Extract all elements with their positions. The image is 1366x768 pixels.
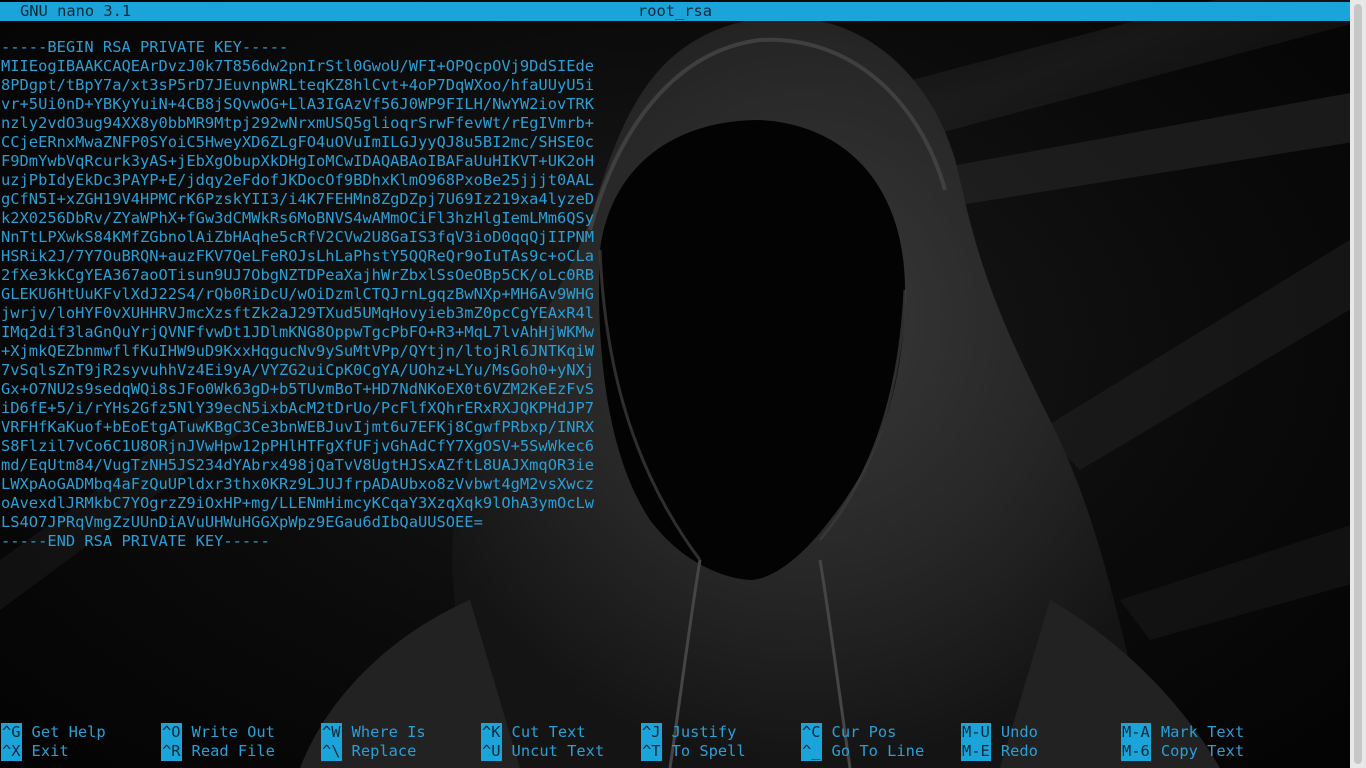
shortcut-key: ^K bbox=[481, 723, 502, 742]
shortcut-label: Exit bbox=[31, 742, 69, 760]
scrollbar[interactable] bbox=[1350, 0, 1366, 768]
shortcut-replace[interactable]: ^\ Replace bbox=[321, 742, 416, 761]
shortcut-cut-text[interactable]: ^K Cut Text bbox=[481, 723, 586, 742]
shortcut-label: Redo bbox=[1000, 742, 1038, 760]
editor-line[interactable]: -----END RSA PRIVATE KEY----- bbox=[1, 532, 594, 551]
editor-line[interactable]: MIIEogIBAAKCAQEArDvzJ0k7T856dw2pnIrStl0G… bbox=[1, 57, 594, 76]
shortcut-write-out[interactable]: ^O Write Out bbox=[161, 723, 275, 742]
editor-line[interactable]: -----BEGIN RSA PRIVATE KEY----- bbox=[1, 38, 594, 57]
editor-line[interactable]: iD6fE+5/i/rYHs2Gfz5NlY39ecN5ixbAcM2tDrUo… bbox=[1, 399, 594, 418]
editor-line[interactable]: md/EqUtm84/VugTzNH5JS234dYAbrx498jQaTvV8… bbox=[1, 456, 594, 475]
editor-line[interactable]: Gx+O7NU2s9sedqWQi8sJFo0Wk63gD+b5TUvmBoT+… bbox=[1, 380, 594, 399]
editor-line[interactable]: 2fXe3kkCgYEA367aoOTisun9UJ7ObgNZTDPeaXaj… bbox=[1, 266, 594, 285]
editor-line[interactable]: gCfN5I+xZGH19V4HPMCrK6PzskYII3/i4K7FEHMn… bbox=[1, 190, 594, 209]
shortcut-label: Copy Text bbox=[1160, 742, 1245, 760]
editor-line[interactable]: NnTtLPXwkS84KMfZGbnolAiZbHAqhe5cRfV2CVw2… bbox=[1, 228, 594, 247]
editor-line[interactable]: LS4O7JPRqVmgZzUUnDiAVuUHWuHGGXpWpz9EGau6… bbox=[1, 513, 594, 532]
shortcut-label: Read File bbox=[191, 742, 275, 760]
shortcut-label: To Spell bbox=[671, 742, 746, 760]
shortcut-exit[interactable]: ^X Exit bbox=[1, 742, 69, 761]
shortcut-go-to-line[interactable]: ^_ Go To Line bbox=[801, 742, 924, 761]
shortcut-mark-text[interactable]: M-A Mark Text bbox=[1121, 723, 1244, 742]
editor-area[interactable]: -----BEGIN RSA PRIVATE KEY----- MIIEogIBA… bbox=[1, 38, 594, 551]
shortcut-label: Write Out bbox=[191, 723, 275, 741]
editor-line[interactable]: VRFHfKaKuof+bEoEtgATuwKBgC3Ce3bnWEBJuvIj… bbox=[1, 418, 594, 437]
shortcut-key: ^J bbox=[641, 723, 662, 742]
shortcut-key: ^U bbox=[481, 742, 502, 761]
shortcut-to-spell[interactable]: ^T To Spell bbox=[641, 742, 746, 761]
shortcut-key: M-U bbox=[961, 723, 991, 742]
shortcut-label: Replace bbox=[351, 742, 417, 760]
shortcut-uncut-text[interactable]: ^U Uncut Text bbox=[481, 742, 604, 761]
shortcut-label: Justify bbox=[671, 723, 737, 741]
editor-line[interactable]: LWXpAoGADMbq4aFzQuUPldxr3thx0KRz9LJUJfrp… bbox=[1, 475, 594, 494]
shortcut-key: M-A bbox=[1121, 723, 1151, 742]
shortcut-key: ^_ bbox=[801, 742, 822, 761]
shortcut-key: ^\ bbox=[321, 742, 342, 761]
shortcut-undo[interactable]: M-U Undo bbox=[961, 723, 1038, 742]
title-bar: GNU nano 3.1 root_rsa bbox=[0, 2, 1350, 21]
editor-line[interactable]: IMq2dif3laGnQuYrjQVNFfvwDt1JDlmKNG8OppwT… bbox=[1, 323, 594, 342]
editor-line[interactable]: F9DmYwbVqRcurk3yAS+jEbXgObupXkDHgIoMCwID… bbox=[1, 152, 594, 171]
shortcut-key: M-6 bbox=[1121, 742, 1151, 761]
shortcut-label: Uncut Text bbox=[511, 742, 605, 760]
shortcut-justify[interactable]: ^J Justify bbox=[641, 723, 736, 742]
shortcut-key: ^X bbox=[1, 742, 22, 761]
editor-line[interactable]: 7vSqlsZnT9jR2syvuhhVz4Ei9yA/VYZG2uiCpK0C… bbox=[1, 361, 594, 380]
shortcut-label: Undo bbox=[1000, 723, 1038, 741]
editor-line[interactable]: S8Flzil7vCo6C1U8ORjnJVwHpw12pPHlHTFgXfUF… bbox=[1, 437, 594, 456]
shortcut-label: Get Help bbox=[31, 723, 106, 741]
editor-line[interactable]: +XjmkQEZbnmwflfKuIHW9uD9KxxHqgucNv9ySuMt… bbox=[1, 342, 594, 361]
editor-line[interactable]: oAvexdlJRMkbC7YOgrzZ9iOxHP+mg/LLENmHimcy… bbox=[1, 494, 594, 513]
shortcut-get-help[interactable]: ^G Get Help bbox=[1, 723, 106, 742]
shortcut-read-file[interactable]: ^R Read File bbox=[161, 742, 275, 761]
editor-line[interactable]: uzjPbIdyEkDc3PAYP+E/jdqy2eFdofJKDocOf9BD… bbox=[1, 171, 594, 190]
editor-line[interactable]: HSRik2J/7Y7OuBRQN+auzFKV7QeLFeROJsLhLaPh… bbox=[1, 247, 594, 266]
editor-line[interactable]: jwrjv/loHYF0vXUHHRVJmcXzsftZk2aJ29TXud5U… bbox=[1, 304, 594, 323]
editor-line[interactable]: k2X0256DbRv/ZYaWPhX+fGw3dCMWkRs6MoBNVS4w… bbox=[1, 209, 594, 228]
shortcut-key: ^T bbox=[641, 742, 662, 761]
editor-line[interactable]: 8PDgpt/tBpY7a/xt3sP5rD7JEuvnpWRLteqKZ8hl… bbox=[1, 76, 594, 95]
shortcut-label: Mark Text bbox=[1160, 723, 1245, 741]
editor-line[interactable]: nzly2vdO3ug94XX8y0bbMR9Mtpj292wNrxmUSQ5g… bbox=[1, 114, 594, 133]
shortcut-key: ^W bbox=[321, 723, 342, 742]
shortcut-key: ^C bbox=[801, 723, 822, 742]
scrollbar-thumb[interactable] bbox=[1354, 4, 1362, 764]
editor-line[interactable]: GLEKU6HtUuKFvlXdJ22S4/rQb0RiDcU/wOiDzmlC… bbox=[1, 285, 594, 304]
shortcut-key: ^O bbox=[161, 723, 182, 742]
shortcut-cur-pos[interactable]: ^C Cur Pos bbox=[801, 723, 896, 742]
shortcut-label: Cut Text bbox=[511, 723, 586, 741]
shortcut-label: Go To Line bbox=[831, 742, 925, 760]
shortcut-key: ^R bbox=[161, 742, 182, 761]
terminal-window: GNU nano 3.1 root_rsa -----BEGIN RSA PRI… bbox=[0, 0, 1366, 768]
shortcut-where-is[interactable]: ^W Where Is bbox=[321, 723, 426, 742]
shortcut-label: Where Is bbox=[351, 723, 426, 741]
shortcut-key: M-E bbox=[961, 742, 991, 761]
file-name: root_rsa bbox=[637, 2, 713, 20]
editor-line[interactable]: CCjeERnxMwaZNFP0SYoiC5HweyXD6ZLgFO4uOVuI… bbox=[1, 133, 594, 152]
shortcut-copy-text[interactable]: M-6 Copy Text bbox=[1121, 742, 1244, 761]
editor-line[interactable]: vr+5Ui0nD+YBKyYuiN+4CB8jSQvwOG+LlA3IGAzV… bbox=[1, 95, 594, 114]
shortcut-key: ^G bbox=[1, 723, 22, 742]
shortcut-label: Cur Pos bbox=[831, 723, 897, 741]
shortcut-redo[interactable]: M-E Redo bbox=[961, 742, 1038, 761]
